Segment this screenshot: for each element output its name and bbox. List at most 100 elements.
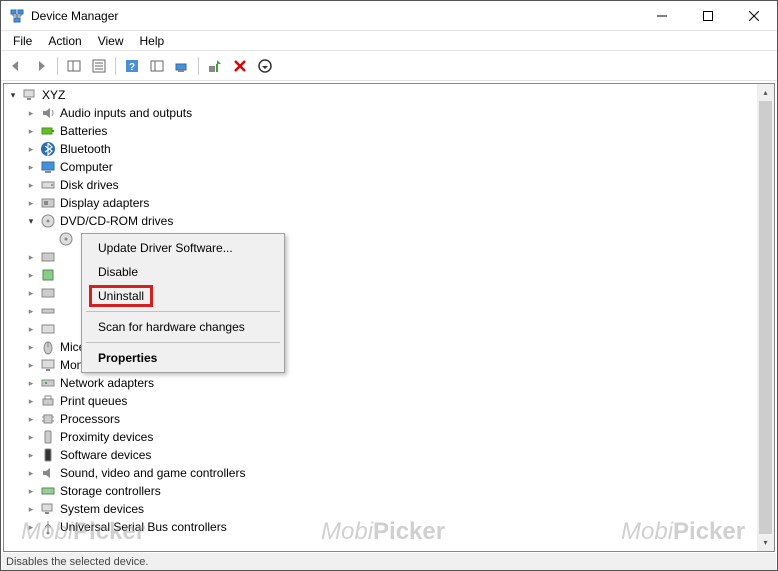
svg-text:?: ? xyxy=(129,62,135,73)
ctx-update-driver[interactable]: Update Driver Software... xyxy=(84,236,282,260)
tree-category-usb[interactable]: ▸ Universal Serial Bus controllers xyxy=(4,518,774,536)
battery-icon xyxy=(40,123,56,139)
chevron-right-icon[interactable]: ▸ xyxy=(24,250,38,264)
chevron-right-icon[interactable]: ▸ xyxy=(24,394,38,408)
properties-button[interactable] xyxy=(88,55,110,77)
tree-category-disk-drives[interactable]: ▸ Disk drives xyxy=(4,176,774,194)
node-label: Audio inputs and outputs xyxy=(60,106,192,120)
ctx-disable[interactable]: Disable xyxy=(84,260,282,284)
tree-category-computer[interactable]: ▸ Computer xyxy=(4,158,774,176)
disable-button[interactable] xyxy=(229,55,251,77)
usb-icon xyxy=(40,519,56,535)
chevron-right-icon[interactable]: ▸ xyxy=(24,358,38,372)
scroll-up-icon[interactable]: ▴ xyxy=(757,84,774,101)
chevron-right-icon[interactable]: ▸ xyxy=(24,502,38,516)
show-hidden-button[interactable] xyxy=(63,55,85,77)
ctx-label: Disable xyxy=(98,265,138,279)
chevron-down-icon[interactable]: ▾ xyxy=(24,214,38,228)
scroll-down-icon[interactable]: ▾ xyxy=(757,534,774,551)
tree-category-software[interactable]: ▸ Software devices xyxy=(4,446,774,464)
chevron-right-icon[interactable]: ▸ xyxy=(24,178,38,192)
menu-view[interactable]: View xyxy=(90,32,132,50)
ctx-separator xyxy=(86,311,280,312)
chevron-right-icon[interactable]: ▸ xyxy=(24,106,38,120)
enable-button[interactable] xyxy=(204,55,226,77)
maximize-button[interactable] xyxy=(685,1,731,30)
disc-icon xyxy=(58,231,74,247)
tree-category-processors[interactable]: ▸ Processors xyxy=(4,410,774,428)
monitor-icon xyxy=(40,159,56,175)
help-button[interactable]: ? xyxy=(121,55,143,77)
ctx-properties[interactable]: Properties xyxy=(84,346,282,370)
printer-icon xyxy=(40,393,56,409)
chevron-right-icon[interactable]: ▸ xyxy=(24,160,38,174)
chevron-right-icon[interactable]: ▸ xyxy=(24,196,38,210)
device-icon xyxy=(40,303,56,319)
tree-category-dvd-cd-drives[interactable]: ▾ DVD/CD-ROM drives xyxy=(4,212,774,230)
status-text: Disables the selected device. xyxy=(6,556,148,568)
chevron-right-icon[interactable]: ▸ xyxy=(24,484,38,498)
scan-button[interactable] xyxy=(146,55,168,77)
chevron-right-icon[interactable]: ▸ xyxy=(24,376,38,390)
chevron-right-icon[interactable]: ▸ xyxy=(24,412,38,426)
vertical-scrollbar[interactable]: ▴ ▾ xyxy=(757,84,774,551)
ctx-scan-hardware[interactable]: Scan for hardware changes xyxy=(84,315,282,339)
device-icon xyxy=(40,249,56,265)
chevron-right-icon[interactable]: ▸ xyxy=(24,142,38,156)
tree-category-batteries[interactable]: ▸ Batteries xyxy=(4,122,774,140)
ctx-label: Update Driver Software... xyxy=(98,241,233,255)
chevron-right-icon[interactable]: ▸ xyxy=(24,304,38,318)
tree-category-display-adapters[interactable]: ▸ Display adapters xyxy=(4,194,774,212)
chevron-right-icon[interactable]: ▸ xyxy=(24,124,38,138)
bluetooth-icon xyxy=(40,141,56,157)
tree-root[interactable]: ▾ XYZ xyxy=(4,86,774,104)
menu-action[interactable]: Action xyxy=(40,32,89,50)
node-label: Proximity devices xyxy=(60,430,153,444)
tree-category-print-queues[interactable]: ▸ Print queues xyxy=(4,392,774,410)
monitor-icon xyxy=(40,357,56,373)
tree-category-system[interactable]: ▸ System devices xyxy=(4,500,774,518)
close-button[interactable] xyxy=(731,1,777,30)
tree-category-proximity[interactable]: ▸ Proximity devices xyxy=(4,428,774,446)
node-label: Print queues xyxy=(60,394,127,408)
chevron-right-icon[interactable]: ▸ xyxy=(24,322,38,336)
scroll-thumb[interactable] xyxy=(759,101,772,534)
menubar: File Action View Help xyxy=(1,31,777,51)
node-label: System devices xyxy=(60,502,144,516)
chevron-right-icon[interactable]: ▸ xyxy=(24,448,38,462)
speaker-icon xyxy=(40,105,56,121)
node-label: Software devices xyxy=(60,448,151,462)
tree-category-storage[interactable]: ▸ Storage controllers xyxy=(4,482,774,500)
window-title: Device Manager xyxy=(31,9,639,23)
node-label: DVD/CD-ROM drives xyxy=(60,214,173,228)
tree-category-audio[interactable]: ▸ Audio inputs and outputs xyxy=(4,104,774,122)
mouse-icon xyxy=(40,339,56,355)
software-icon xyxy=(40,447,56,463)
node-label: Storage controllers xyxy=(60,484,161,498)
tree-category-sound[interactable]: ▸ Sound, video and game controllers xyxy=(4,464,774,482)
chevron-right-icon[interactable]: ▸ xyxy=(24,430,38,444)
device-icon xyxy=(40,321,56,337)
computer-icon xyxy=(22,87,38,103)
chevron-right-icon[interactable]: ▸ xyxy=(24,268,38,282)
update-driver-button[interactable] xyxy=(254,55,276,77)
ctx-label: Properties xyxy=(98,351,157,365)
menu-file[interactable]: File xyxy=(5,32,40,50)
chevron-right-icon[interactable]: ▸ xyxy=(24,340,38,354)
back-button[interactable] xyxy=(5,55,27,77)
disc-icon xyxy=(40,213,56,229)
storage-icon xyxy=(40,483,56,499)
menu-help[interactable]: Help xyxy=(132,32,173,50)
chevron-down-icon[interactable]: ▾ xyxy=(6,88,20,102)
forward-button[interactable] xyxy=(30,55,52,77)
minimize-button[interactable] xyxy=(639,1,685,30)
tree-category-network[interactable]: ▸ Network adapters xyxy=(4,374,774,392)
chevron-right-icon[interactable]: ▸ xyxy=(24,466,38,480)
ctx-separator xyxy=(86,342,280,343)
chevron-right-icon[interactable]: ▸ xyxy=(24,286,38,300)
chevron-right-icon[interactable]: ▸ xyxy=(24,520,38,534)
tree-category-bluetooth[interactable]: ▸ Bluetooth xyxy=(4,140,774,158)
ctx-uninstall[interactable]: Uninstall xyxy=(84,284,282,308)
network-icon xyxy=(40,375,56,391)
scan-hardware-button[interactable] xyxy=(171,55,193,77)
